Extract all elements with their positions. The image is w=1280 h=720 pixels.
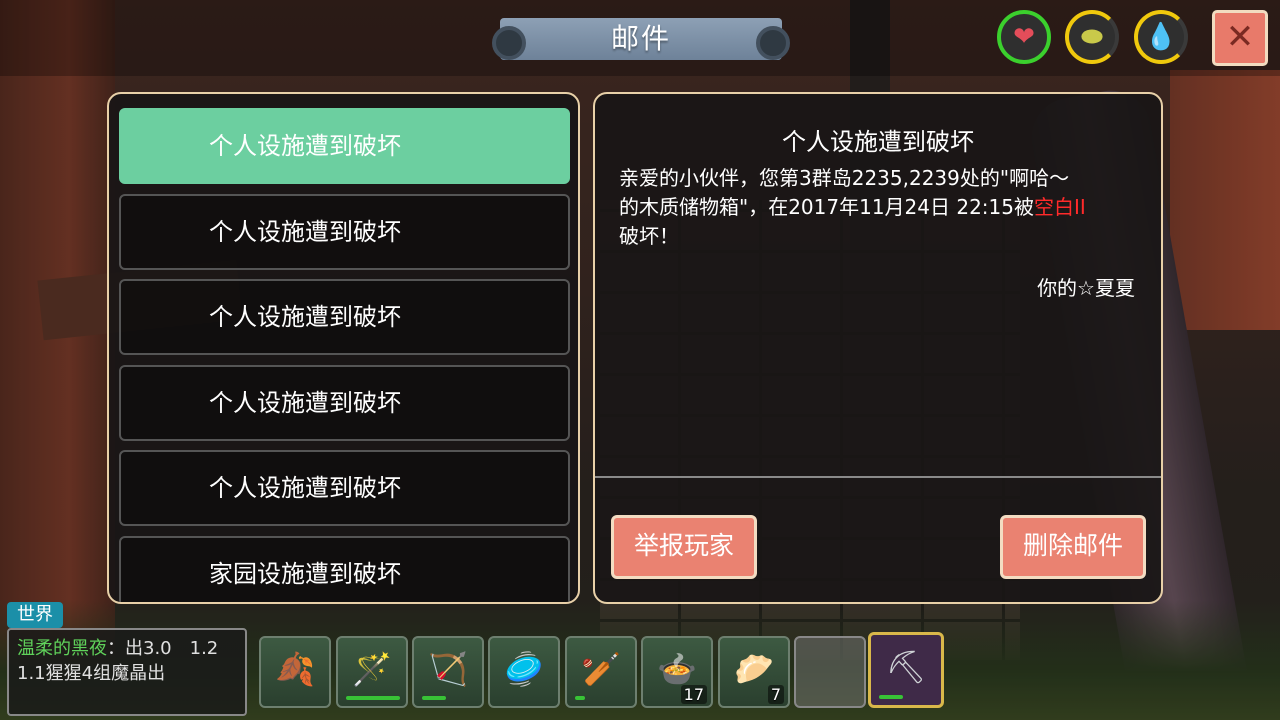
mail-list-item[interactable]: 个人设施遭到破坏 — [119, 194, 570, 270]
mail-detail-body: 亲爱的小伙伴，您第3群岛2235,2239处的"啊哈～ 的木质储物箱"，在201… — [619, 164, 1139, 251]
durability-bar — [879, 695, 903, 699]
hotbar-slot[interactable]: 🪄 — [336, 636, 408, 708]
close-button[interactable]: ✕ — [1212, 10, 1268, 66]
mail-subject: 个人设施遭到破坏 — [209, 303, 401, 331]
delete-mail-button[interactable]: 删除邮件 — [1000, 515, 1146, 579]
mail-body-line: 破坏！ — [619, 224, 679, 248]
mail-list-item[interactable]: 个人设施遭到破坏 — [119, 108, 570, 184]
mail-body-line: 的木质储物箱"，在2017年11月24日 22:15被空白II — [619, 193, 1139, 222]
mail-subject: 个人设施遭到破坏 — [209, 474, 401, 502]
stone-disc-icon: 🥏 — [504, 650, 544, 688]
pickaxe-icon: ⛏ — [885, 648, 927, 686]
hotbar-slot[interactable]: 🏹 — [412, 636, 484, 708]
mail-body-line: 亲爱的小伙伴，您第3群岛2235,2239处的"啊哈～ — [619, 166, 1070, 190]
attacker-name: 空白II — [1034, 195, 1086, 219]
report-player-button[interactable]: 举报玩家 — [611, 515, 757, 579]
water-drop-icon: 💧 — [1144, 22, 1178, 52]
magic-staff-icon: 🪄 — [352, 650, 392, 688]
title-plate: 邮件 — [492, 18, 790, 60]
mail-subject: 个人设施遭到破坏 — [209, 218, 401, 246]
hotbar-slot[interactable]: 🍲 17 — [641, 636, 713, 708]
mail-list-item[interactable]: 家园设施遭到破坏 — [119, 536, 570, 602]
durability-bar — [422, 696, 446, 700]
mail-detail-title: 个人设施遭到破坏 — [782, 128, 974, 156]
item-count: 7 — [767, 685, 784, 704]
mail-list-item[interactable]: 个人设施遭到破坏 — [119, 450, 570, 526]
bow-icon: 🏹 — [428, 650, 468, 688]
health-meter: ❤ — [997, 10, 1051, 64]
leaf-item-icon: 🍂 — [275, 650, 315, 688]
hunger-meter: ⬬ — [1065, 10, 1119, 64]
hotbar-slot[interactable]: 🍂 — [259, 636, 331, 708]
page-title: 邮件 — [610, 22, 671, 55]
durability-bar — [346, 696, 400, 700]
divider — [595, 476, 1161, 478]
mail-subject: 家园设施遭到破坏 — [209, 560, 401, 588]
thirst-meter: 💧 — [1134, 10, 1188, 64]
mail-list-item[interactable]: 个人设施遭到破坏 — [119, 365, 570, 441]
chat-box[interactable]: 温柔的黑夜：出3.0 1.2 1.1猩猩4组魔晶出 — [7, 628, 247, 716]
hotbar-slot[interactable]: 🥟 7 — [718, 636, 790, 708]
mail-body-text: 的木质储物箱"，在2017年11月24日 22:15被 — [619, 195, 1034, 219]
hotbar-slot[interactable]: 🏏 — [565, 636, 637, 708]
mail-list-panel[interactable]: 个人设施遭到破坏 个人设施遭到破坏 个人设施遭到破坏 个人设施遭到破坏 个人设施… — [107, 92, 580, 604]
hotbar-slot[interactable]: 🥏 — [488, 636, 560, 708]
close-icon: ✕ — [1225, 17, 1255, 57]
chat-sender: 温柔的黑夜 — [17, 638, 107, 659]
wooden-club-icon: 🏏 — [581, 650, 621, 688]
durability-bar — [575, 696, 585, 700]
mail-subject: 个人设施遭到破坏 — [209, 389, 401, 417]
stomach-icon: ⬬ — [1080, 21, 1104, 52]
mail-detail-panel: 个人设施遭到破坏 亲爱的小伙伴，您第3群岛2235,2239处的"啊哈～ 的木质… — [593, 92, 1163, 604]
hotbar-slot-selected[interactable]: ⛏ — [868, 632, 944, 708]
hotbar-slot-empty[interactable] — [794, 636, 866, 708]
mail-signature: 你的☆夏夏 — [1037, 276, 1135, 300]
heart-icon: ❤ — [1013, 22, 1035, 52]
mail-subject: 个人设施遭到破坏 — [209, 132, 401, 160]
chat-channel-tab[interactable]: 世界 — [7, 602, 63, 628]
mail-list-item[interactable]: 个人设施遭到破坏 — [119, 279, 570, 355]
item-count: 17 — [680, 685, 707, 704]
